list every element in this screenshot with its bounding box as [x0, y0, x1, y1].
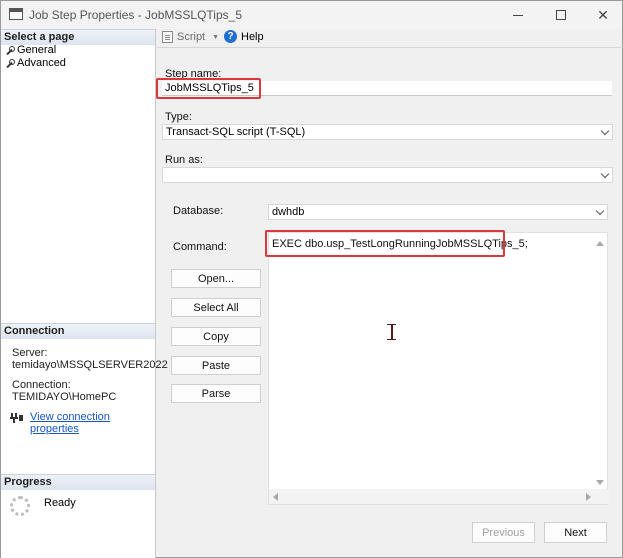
- text-cursor-icon: [387, 324, 396, 340]
- chevron-down-icon[interactable]: ▼: [212, 34, 219, 41]
- progress-spinner-icon: [10, 496, 30, 516]
- command-highlight: [265, 230, 505, 257]
- close-icon: ✕: [597, 6, 609, 23]
- view-connection-properties-link[interactable]: View connection properties: [30, 411, 155, 435]
- chevron-down-icon: [600, 169, 610, 179]
- connection-label: Connection:: [12, 379, 71, 391]
- job-step-properties-window: Job Step Properties - JobMSSLQTips_5 ✕ S…: [0, 0, 623, 558]
- server-value: temidayo\MSSQLSERVER2022: [12, 359, 168, 371]
- connection-value: TEMIDAYO\HomePC: [12, 391, 117, 403]
- minimize-button[interactable]: [496, 3, 540, 27]
- help-label: Help: [241, 30, 264, 43]
- step-name-highlight: [156, 78, 261, 99]
- chevron-down-icon: [595, 206, 605, 216]
- toolbar: Script ▼ ? Help: [157, 29, 623, 47]
- run-as-label: Run as:: [165, 154, 203, 166]
- select-all-button[interactable]: Select All: [171, 298, 261, 317]
- window-icon: [9, 8, 23, 20]
- scroll-left-icon[interactable]: [273, 493, 278, 501]
- help-button[interactable]: ? Help: [224, 30, 264, 43]
- parse-button[interactable]: Parse: [171, 384, 261, 403]
- wrench-icon: [5, 45, 15, 55]
- help-icon: ?: [224, 30, 237, 43]
- progress-status: Ready: [44, 497, 76, 509]
- script-label: Script: [177, 31, 206, 43]
- wrench-icon: [5, 58, 15, 68]
- minimize-icon: [513, 14, 523, 16]
- server-label: Server:: [12, 347, 48, 359]
- copy-button[interactable]: Copy: [171, 327, 261, 346]
- previous-button[interactable]: Previous: [472, 522, 535, 543]
- chevron-down-icon: [600, 126, 610, 136]
- command-label: Command:: [173, 241, 227, 253]
- database-select[interactable]: dwhdb: [268, 204, 608, 220]
- scroll-down-icon[interactable]: [596, 480, 604, 485]
- horizontal-scrollbar[interactable]: [269, 489, 609, 504]
- script-button[interactable]: Script ▼: [162, 31, 219, 43]
- paste-button[interactable]: Paste: [171, 356, 261, 375]
- command-editor[interactable]: EXEC dbo.usp_TestLongRunningJobMSSLQTips…: [268, 232, 609, 505]
- connection-header: Connection: [1, 323, 155, 339]
- type-label: Type:: [165, 111, 192, 123]
- database-value: dwhdb: [272, 206, 305, 218]
- script-icon: [162, 31, 173, 43]
- open-button[interactable]: Open...: [171, 269, 261, 288]
- maximize-button[interactable]: [539, 3, 583, 27]
- scroll-right-icon[interactable]: [586, 493, 591, 501]
- type-value: Transact-SQL script (T-SQL): [166, 126, 306, 138]
- window-title: Job Step Properties - JobMSSLQTips_5: [29, 8, 242, 22]
- connection-properties-icon: [10, 413, 23, 423]
- vertical-scrollbar[interactable]: [592, 233, 607, 491]
- close-button[interactable]: ✕: [581, 3, 623, 27]
- type-select[interactable]: Transact-SQL script (T-SQL): [162, 124, 613, 140]
- page-item-label: Advanced: [17, 57, 66, 69]
- toolbar-divider: [157, 47, 623, 48]
- next-button[interactable]: Next: [544, 522, 607, 543]
- progress-header: Progress: [1, 474, 155, 490]
- page-item-label: General: [17, 44, 57, 56]
- select-page-header: Select a page: [1, 29, 155, 45]
- title-bar: Job Step Properties - JobMSSLQTips_5 ✕: [1, 1, 622, 29]
- left-panel: Select a page General Advanced Connectio…: [1, 29, 168, 558]
- scroll-up-icon[interactable]: [596, 241, 604, 246]
- maximize-icon: [556, 10, 566, 20]
- database-label: Database:: [173, 205, 224, 217]
- page-item-advanced[interactable]: Advanced: [5, 57, 66, 69]
- run-as-select[interactable]: [162, 167, 613, 183]
- page-item-general[interactable]: General: [5, 44, 56, 56]
